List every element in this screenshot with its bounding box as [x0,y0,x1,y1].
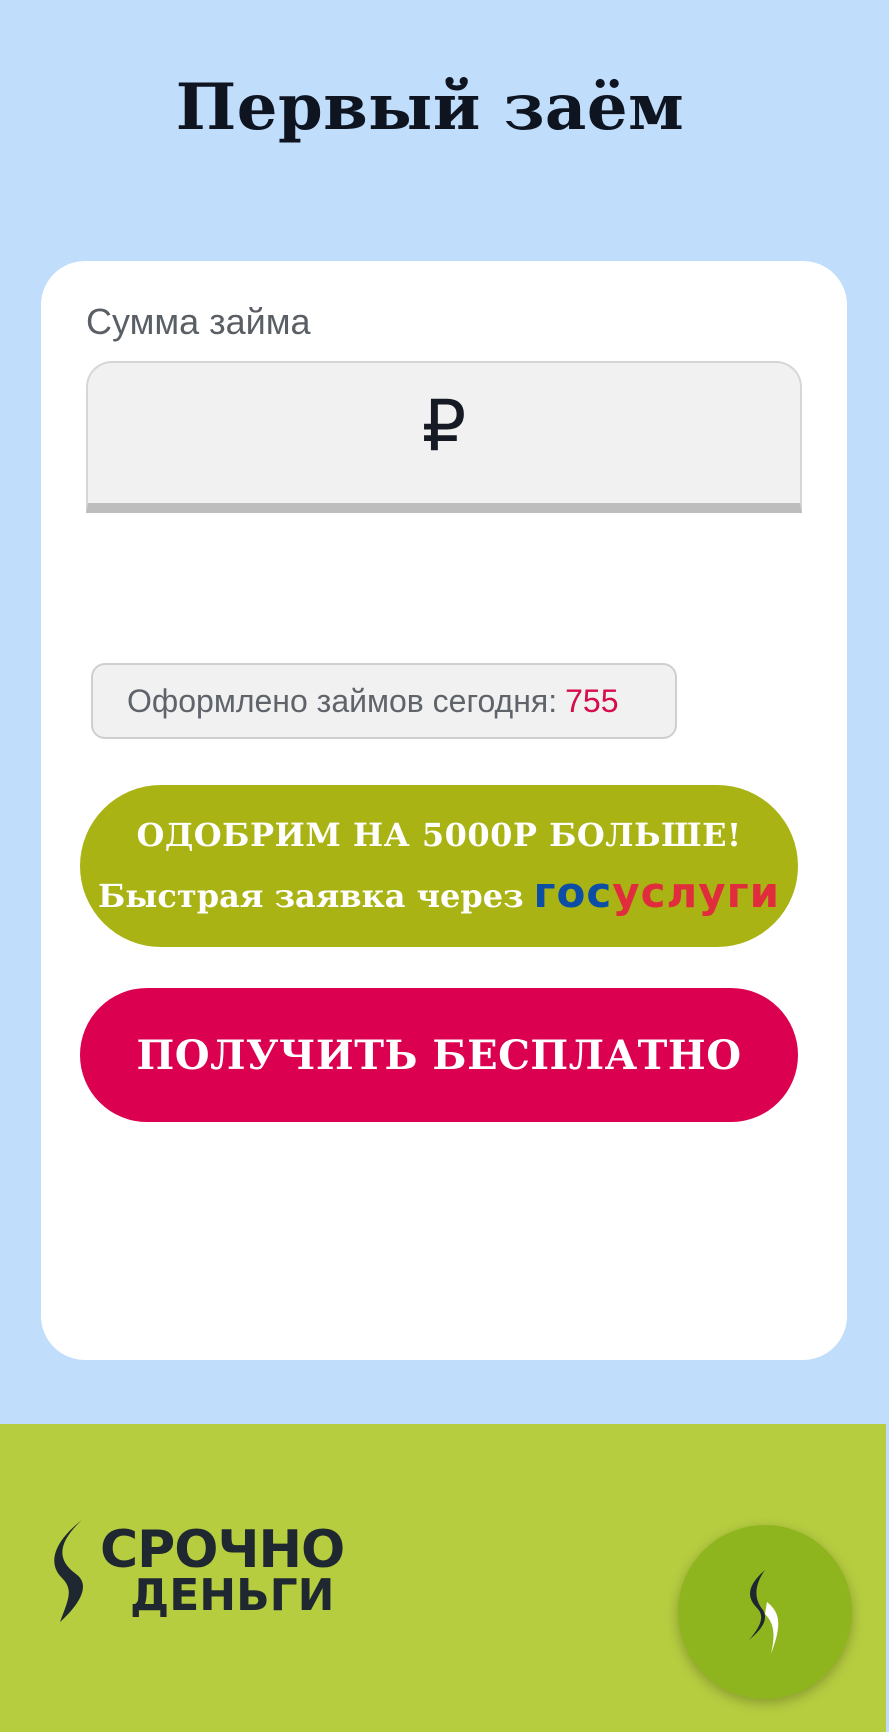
page-title: Первый заём [175,70,685,145]
logo-text: СРОЧНО ДЕНЬГИ [100,1516,345,1621]
gosuslugi-button[interactable]: ОДОБРИМ НА 5000Р БОЛЬШЕ! Быстрая заявка … [80,785,798,947]
gosuslugi-headline: ОДОБРИМ НА 5000Р БОЛЬШЕ! [136,815,742,854]
gosuslugi-subline: Быстрая заявка через госуслуги [98,868,780,917]
ruble-icon: ₽ [421,385,467,467]
gosuslugi-subline-text: Быстрая заявка через [97,876,524,915]
logo-line1: СРОЧНО [100,1520,345,1580]
srochno-dengi-logo[interactable]: СРОЧНО ДЕНЬГИ [48,1516,368,1626]
logo-swoosh-icon [54,1520,83,1622]
loans-counter: Оформлено займов сегодня: 755 [91,663,677,739]
logo-line2: ДЕНЬГИ [130,1570,335,1621]
get-free-button[interactable]: ПОЛУЧИТЬ БЕСПЛАТНО [80,988,798,1122]
footer: СРОЧНО ДЕНЬГИ [0,1424,886,1732]
counter-label: Оформлено займов сегодня: [127,682,558,719]
gosuslugi-logo: госуслуги [534,868,781,917]
amount-input[interactable]: ₽ [86,361,802,513]
loan-form-card: Сумма займа ₽ Оформлено займов сегодня: … [41,261,847,1360]
next-arrow-icon [749,1570,779,1654]
gosuslugi-logo-part2: услуги [612,867,781,917]
amount-label: Сумма займа [86,301,311,342]
next-button[interactable] [678,1525,852,1699]
counter-value: 755 [565,682,619,719]
gosuslugi-logo-part1: гос [533,867,613,917]
